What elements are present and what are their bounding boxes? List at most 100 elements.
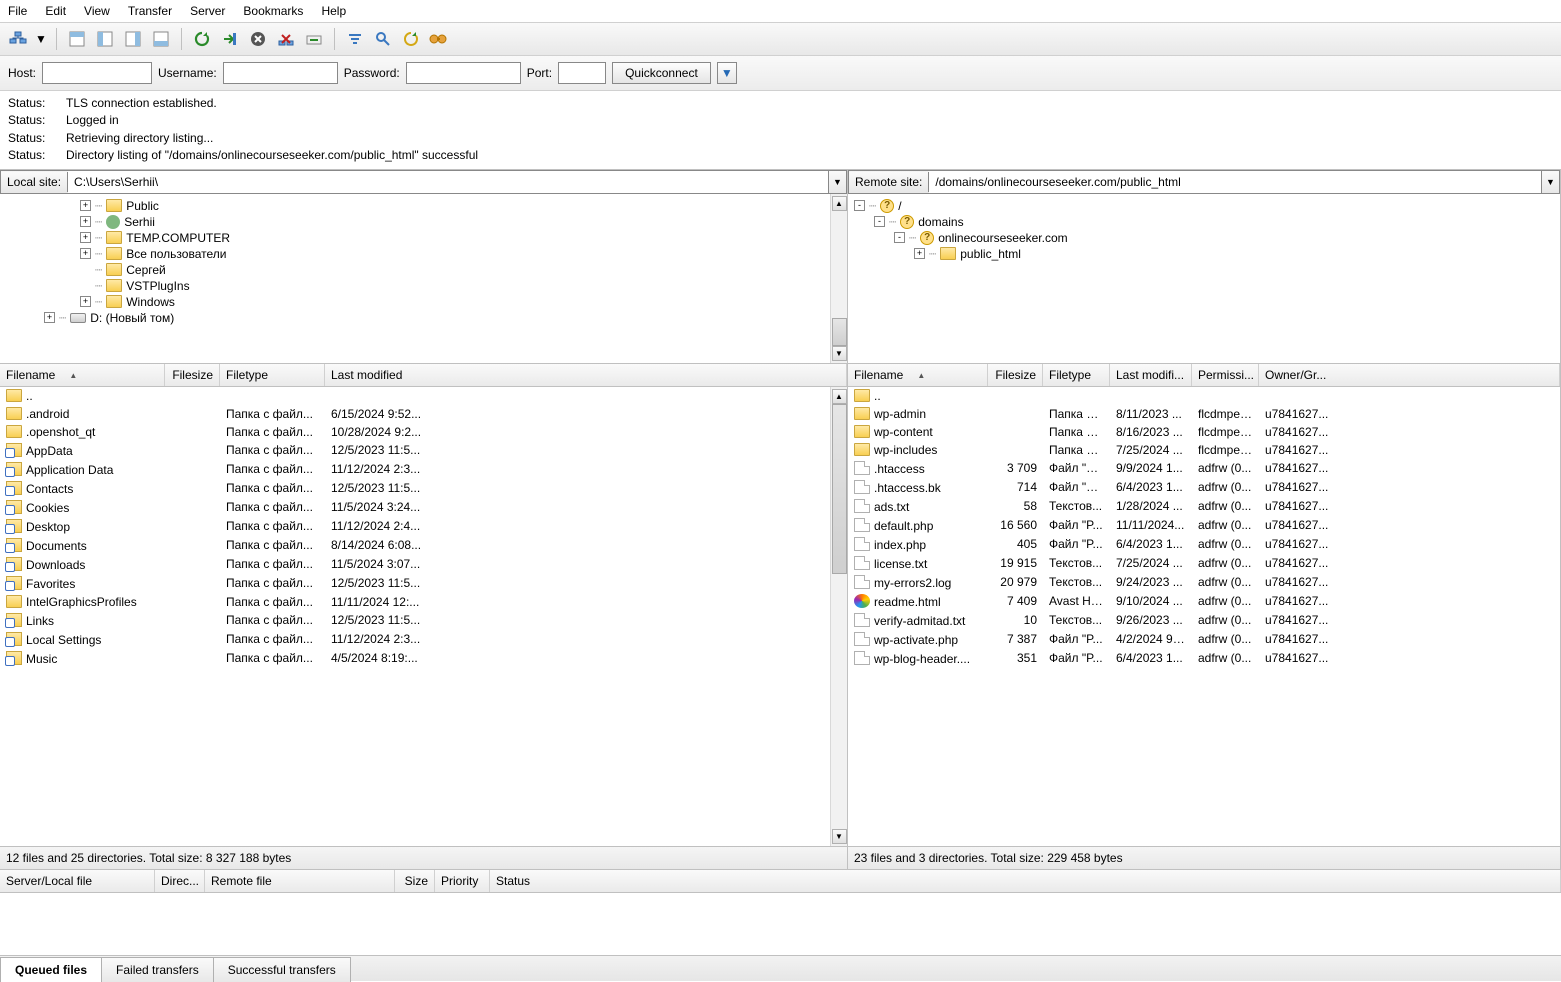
local-site-dropdown-icon[interactable]: ▼ [828, 171, 846, 193]
tree-node[interactable]: +┈public_html [848, 246, 1560, 262]
tree-node[interactable]: +┈Windows [0, 294, 847, 310]
col-server-local[interactable]: Server/Local file [0, 870, 155, 892]
username-input[interactable] [223, 62, 338, 84]
tab-queued-files[interactable]: Queued files [0, 957, 102, 982]
list-item[interactable]: CookiesПапка с файл...11/5/2024 3:24... [0, 498, 847, 517]
list-item[interactable]: wp-adminПапка с ...8/11/2023 ...flcdmpe … [848, 405, 1560, 423]
col-permissions[interactable]: Permissi... [1192, 364, 1259, 386]
list-item[interactable]: default.php16 560Файл "P...11/11/2024...… [848, 516, 1560, 535]
host-input[interactable] [42, 62, 152, 84]
refresh-icon[interactable] [190, 27, 214, 51]
local-tree[interactable]: +┈Public+┈Serhii+┈TEMP.COMPUTER+┈Все пол… [0, 194, 847, 364]
filter-icon[interactable] [343, 27, 367, 51]
menu-help[interactable]: Help [321, 4, 346, 18]
scrollbar[interactable]: ▲ ▼ [830, 194, 847, 363]
list-item[interactable]: wp-blog-header....351Файл "P...6/4/2023 … [848, 649, 1560, 668]
list-item[interactable]: wp-includesПапка с ...7/25/2024 ...flcdm… [848, 441, 1560, 459]
tree-node[interactable]: +┈Public [0, 198, 847, 214]
list-item[interactable]: verify-admitad.txt10Текстов...9/26/2023 … [848, 611, 1560, 630]
list-item[interactable]: ContactsПапка с файл...12/5/2023 11:5... [0, 479, 847, 498]
col-filetype[interactable]: Filetype [220, 364, 325, 386]
tree-node[interactable]: -┈?domains [848, 214, 1560, 230]
tab-failed-transfers[interactable]: Failed transfers [101, 957, 214, 982]
tree-node[interactable]: -┈?/ [848, 198, 1560, 214]
col-filetype[interactable]: Filetype [1043, 364, 1110, 386]
menu-server[interactable]: Server [190, 4, 225, 18]
site-manager-dropdown-icon[interactable]: ▼ [34, 27, 48, 51]
queue-body[interactable] [0, 893, 1561, 955]
tree-node[interactable]: ┈Сергей [0, 262, 847, 278]
list-item[interactable]: my-errors2.log20 979Текстов...9/24/2023 … [848, 573, 1560, 592]
scroll-thumb[interactable] [832, 404, 847, 574]
find-icon[interactable] [427, 27, 451, 51]
list-item[interactable]: MusicПапка с файл...4/5/2024 8:19:... [0, 649, 847, 668]
list-item[interactable]: AppDataПапка с файл...12/5/2023 11:5... [0, 441, 847, 460]
remote-site-dropdown-icon[interactable]: ▼ [1541, 171, 1559, 193]
toggle-log-icon[interactable] [65, 27, 89, 51]
toggle-local-tree-icon[interactable] [93, 27, 117, 51]
local-site-input[interactable] [68, 171, 828, 193]
tree-node[interactable]: +┈Все пользователи [0, 246, 847, 262]
col-lastmod[interactable]: Last modifi... [1110, 364, 1192, 386]
expand-icon[interactable]: + [80, 200, 91, 211]
list-item[interactable]: IntelGraphicsProfilesПапка с файл...11/1… [0, 593, 847, 611]
tree-node[interactable]: ┈VSTPlugIns [0, 278, 847, 294]
menu-transfer[interactable]: Transfer [128, 4, 172, 18]
col-filename[interactable]: Filename▲ [0, 364, 165, 386]
list-item[interactable]: license.txt19 915Текстов...7/25/2024 ...… [848, 554, 1560, 573]
local-file-list[interactable]: ...androidПапка с файл...6/15/2024 9:52.… [0, 387, 847, 846]
list-item[interactable]: ads.txt58Текстов...1/28/2024 ...adfrw (0… [848, 497, 1560, 516]
list-item[interactable]: .htaccess.bk714Файл "B...6/4/2023 1...ad… [848, 478, 1560, 497]
list-item[interactable]: .. [848, 387, 1560, 405]
toggle-queue-icon[interactable] [149, 27, 173, 51]
col-filesize[interactable]: Filesize [165, 364, 220, 386]
col-filename[interactable]: Filename▲ [848, 364, 988, 386]
remote-file-list[interactable]: ..wp-adminПапка с ...8/11/2023 ...flcdmp… [848, 387, 1560, 846]
list-item[interactable]: wp-contentПапка с ...8/16/2023 ...flcdmp… [848, 423, 1560, 441]
menu-view[interactable]: View [84, 4, 110, 18]
list-item[interactable]: .htaccess3 709Файл "H...9/9/2024 1...adf… [848, 459, 1560, 478]
scroll-up-icon[interactable]: ▲ [832, 389, 847, 404]
scroll-down-icon[interactable]: ▼ [832, 346, 847, 361]
menu-bookmarks[interactable]: Bookmarks [243, 4, 303, 18]
message-log[interactable]: Status:TLS connection established.Status… [0, 91, 1561, 170]
list-item[interactable]: index.php405Файл "P...6/4/2023 1...adfrw… [848, 535, 1560, 554]
reconnect-icon[interactable] [302, 27, 326, 51]
scrollbar[interactable]: ▲ ▼ [830, 387, 847, 846]
tree-node[interactable]: +┈TEMP.COMPUTER [0, 230, 847, 246]
site-manager-icon[interactable] [6, 27, 30, 51]
col-direction[interactable]: Direc... [155, 870, 205, 892]
list-item[interactable]: LinksПапка с файл...12/5/2023 11:5... [0, 611, 847, 630]
expand-icon[interactable]: - [894, 232, 905, 243]
col-status[interactable]: Status [490, 870, 1561, 892]
col-priority[interactable]: Priority [435, 870, 490, 892]
remote-site-input[interactable] [929, 171, 1541, 193]
expand-icon[interactable]: + [80, 248, 91, 259]
quickconnect-dropdown-icon[interactable]: ▼ [717, 62, 737, 84]
col-filesize[interactable]: Filesize [988, 364, 1043, 386]
tree-node[interactable]: +┈Serhii [0, 214, 847, 230]
list-item[interactable]: DocumentsПапка с файл...8/14/2024 6:08..… [0, 536, 847, 555]
col-lastmod[interactable]: Last modified [325, 364, 847, 386]
list-item[interactable]: .androidПапка с файл...6/15/2024 9:52... [0, 405, 847, 423]
expand-icon[interactable]: + [80, 232, 91, 243]
scroll-thumb[interactable] [832, 318, 847, 346]
col-size[interactable]: Size [395, 870, 435, 892]
tree-node[interactable]: -┈?onlinecourseseeker.com [848, 230, 1560, 246]
password-input[interactable] [406, 62, 521, 84]
quickconnect-button[interactable]: Quickconnect [612, 62, 711, 84]
expand-icon[interactable]: - [854, 200, 865, 211]
disconnect-icon[interactable] [274, 27, 298, 51]
list-item[interactable]: FavoritesПапка с файл...12/5/2023 11:5..… [0, 574, 847, 593]
process-queue-icon[interactable] [218, 27, 242, 51]
remote-tree[interactable]: -┈?/-┈?domains-┈?onlinecourseseeker.com+… [848, 194, 1560, 364]
toggle-remote-tree-icon[interactable] [121, 27, 145, 51]
search-icon[interactable] [371, 27, 395, 51]
scroll-down-icon[interactable]: ▼ [832, 829, 847, 844]
col-owner[interactable]: Owner/Gr... [1259, 364, 1560, 386]
col-remote-file[interactable]: Remote file [205, 870, 395, 892]
list-item[interactable]: .. [0, 387, 847, 405]
list-item[interactable]: readme.html7 409Avast HT...9/10/2024 ...… [848, 592, 1560, 611]
tab-successful-transfers[interactable]: Successful transfers [213, 957, 351, 982]
list-item[interactable]: DesktopПапка с файл...11/12/2024 2:4... [0, 517, 847, 536]
